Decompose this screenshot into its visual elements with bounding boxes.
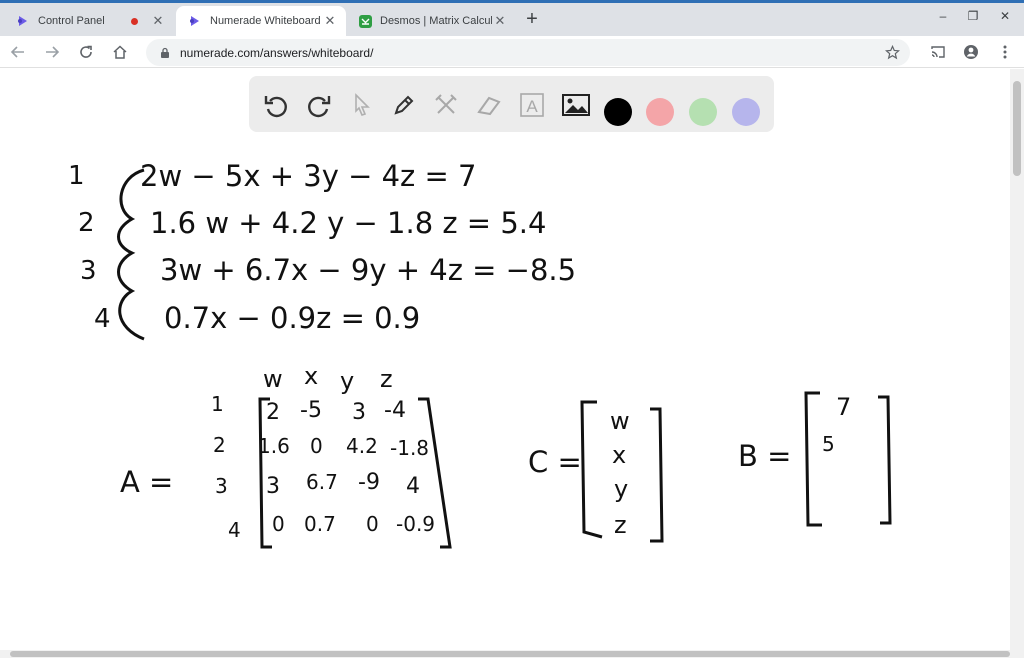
browser-toolbar: numerade.com/answers/whiteboard/ — [0, 36, 1024, 68]
horizontal-scrollbar[interactable] — [0, 650, 1024, 658]
matrix-a-cell: 3 — [266, 474, 280, 499]
matrix-a-cell: -5 — [300, 398, 322, 423]
matrix-a-col-header: z — [380, 365, 393, 393]
matrix-a-row-label: 4 — [228, 518, 241, 542]
matrix-a-col-header: w — [263, 365, 283, 393]
matrix-a-col-header: y — [340, 367, 354, 395]
reload-icon — [80, 45, 92, 58]
minimize-button[interactable]: – — [928, 6, 958, 26]
tab-close-icon[interactable]: ✕ — [322, 13, 338, 29]
equation-row-label: 3 — [80, 256, 97, 286]
matrix-a-row-label: 1 — [211, 392, 224, 416]
matrix-b-entry: 5 — [822, 432, 835, 456]
handwritten-ink: 1 2 3 4 2w − 5x + 3y − 4z = 7 1.6 w + 4.… — [68, 159, 892, 549]
tab-title: Desmos | Matrix Calculator — [380, 15, 492, 27]
profile-button[interactable] — [959, 40, 983, 64]
matrix-a-cell: 0 — [272, 512, 285, 536]
matrix-a: A = w x y z 1 2 3 4 2 -5 3 -4 1.6 0 4.2 … — [120, 362, 452, 549]
matrix-c-left-bracket — [580, 400, 603, 539]
url-text: numerade.com/answers/whiteboard/ — [180, 45, 374, 60]
equation-system: 1 2 3 4 2w − 5x + 3y − 4z = 7 1.6 w + 4.… — [68, 159, 576, 341]
matrix-b-entry: 7 — [836, 393, 851, 421]
equation-row-label: 4 — [94, 304, 111, 334]
tab-strip: Control Panel ✕ Numerade Whiteboard ✕ De… — [0, 0, 1024, 36]
matrix-b-left-bracket — [804, 391, 822, 527]
home-button[interactable] — [108, 40, 132, 64]
matrix-c-entry: w — [610, 407, 630, 435]
matrix-a-cell: 1.6 — [258, 434, 290, 458]
tab-title: Control Panel — [38, 15, 105, 27]
more-vertical-icon — [1003, 45, 1007, 59]
matrix-a-col-header: x — [304, 362, 318, 390]
matrix-a-row-label: 2 — [213, 433, 226, 457]
tab-close-icon[interactable]: ✕ — [150, 13, 166, 29]
recording-indicator-icon — [131, 17, 138, 25]
matrix-a-cell: 6.7 — [306, 470, 338, 494]
tab-close-icon[interactable]: ✕ — [492, 13, 508, 29]
matrix-a-cell: 0.7 — [304, 512, 336, 536]
horizontal-scrollbar-thumb[interactable] — [10, 651, 1010, 657]
tab-title: Numerade Whiteboard — [210, 15, 321, 27]
matrix-c: C = w x y z — [528, 400, 664, 543]
matrix-a-cell: 4 — [406, 474, 420, 499]
matrix-a-cell: 4.2 — [346, 434, 378, 458]
reload-button[interactable] — [74, 40, 98, 64]
matrix-a-cell: -1.8 — [390, 436, 429, 460]
matrix-a-cell: 2 — [266, 400, 280, 425]
arrow-left-icon — [10, 46, 24, 58]
home-icon — [113, 45, 127, 59]
tab-control-panel[interactable]: Control Panel ✕ — [4, 6, 174, 36]
vertical-scrollbar-thumb[interactable] — [1013, 81, 1021, 176]
matrix-b-right-bracket — [878, 395, 892, 525]
back-button[interactable] — [6, 40, 30, 64]
tab-numerade-whiteboard[interactable]: Numerade Whiteboard ✕ — [176, 6, 346, 36]
matrix-a-cell: -9 — [358, 470, 380, 495]
vertical-scrollbar[interactable] — [1010, 69, 1024, 650]
system-brace — [117, 168, 145, 341]
menu-button[interactable] — [993, 40, 1017, 64]
matrix-a-row-label: 3 — [215, 474, 228, 498]
matrix-a-cell: -4 — [384, 398, 406, 423]
desmos-logo-icon — [358, 14, 372, 28]
bookmark-star-icon[interactable] — [884, 45, 900, 61]
equation-row-label: 1 — [68, 161, 85, 191]
equation-4: 0.7x − 0.9z = 0.9 — [164, 301, 420, 335]
lock-icon — [158, 46, 172, 60]
equation-row-label: 2 — [78, 208, 95, 238]
equation-2: 1.6 w + 4.2 y − 1.8 z = 5.4 — [150, 206, 546, 240]
restore-button[interactable]: ❐ — [958, 6, 988, 26]
matrix-c-entry: z — [614, 511, 627, 539]
cast-button[interactable] — [926, 40, 950, 64]
account-icon — [964, 45, 978, 59]
matrix-b: B = 7 5 — [738, 391, 892, 527]
window-close-button[interactable]: ✕ — [990, 6, 1020, 26]
forward-button[interactable] — [40, 40, 64, 64]
address-bar[interactable]: numerade.com/answers/whiteboard/ — [146, 39, 910, 66]
matrix-a-cell: 0 — [366, 512, 379, 536]
new-tab-button[interactable]: + — [520, 8, 544, 32]
matrix-c-entry: y — [614, 475, 628, 503]
matrix-c-label: C = — [528, 445, 582, 479]
matrix-c-entry: x — [612, 441, 626, 469]
cast-icon — [931, 46, 945, 58]
arrow-right-icon — [46, 46, 60, 58]
matrix-a-cell: 0 — [310, 434, 323, 458]
matrix-a-cell: -0.9 — [396, 512, 435, 536]
whiteboard-canvas[interactable]: A 1 2 3 4 2w − 5x + 3y − 4z = 7 1.6 w + … — [0, 69, 1010, 650]
equation-3: 3w + 6.7x − 9y + 4z = −8.5 — [160, 253, 576, 287]
equation-1: 2w − 5x + 3y − 4z = 7 — [140, 159, 476, 193]
matrix-a-label: A = — [120, 465, 173, 499]
matrix-c-right-bracket — [650, 407, 664, 543]
tab-desmos-matrix-calculator[interactable]: Desmos | Matrix Calculator ✕ — [346, 6, 516, 36]
matrix-a-cell: 3 — [352, 400, 366, 425]
matrix-b-label: B = — [738, 439, 791, 473]
numerade-logo-icon — [188, 14, 202, 28]
numerade-logo-icon — [16, 14, 30, 28]
